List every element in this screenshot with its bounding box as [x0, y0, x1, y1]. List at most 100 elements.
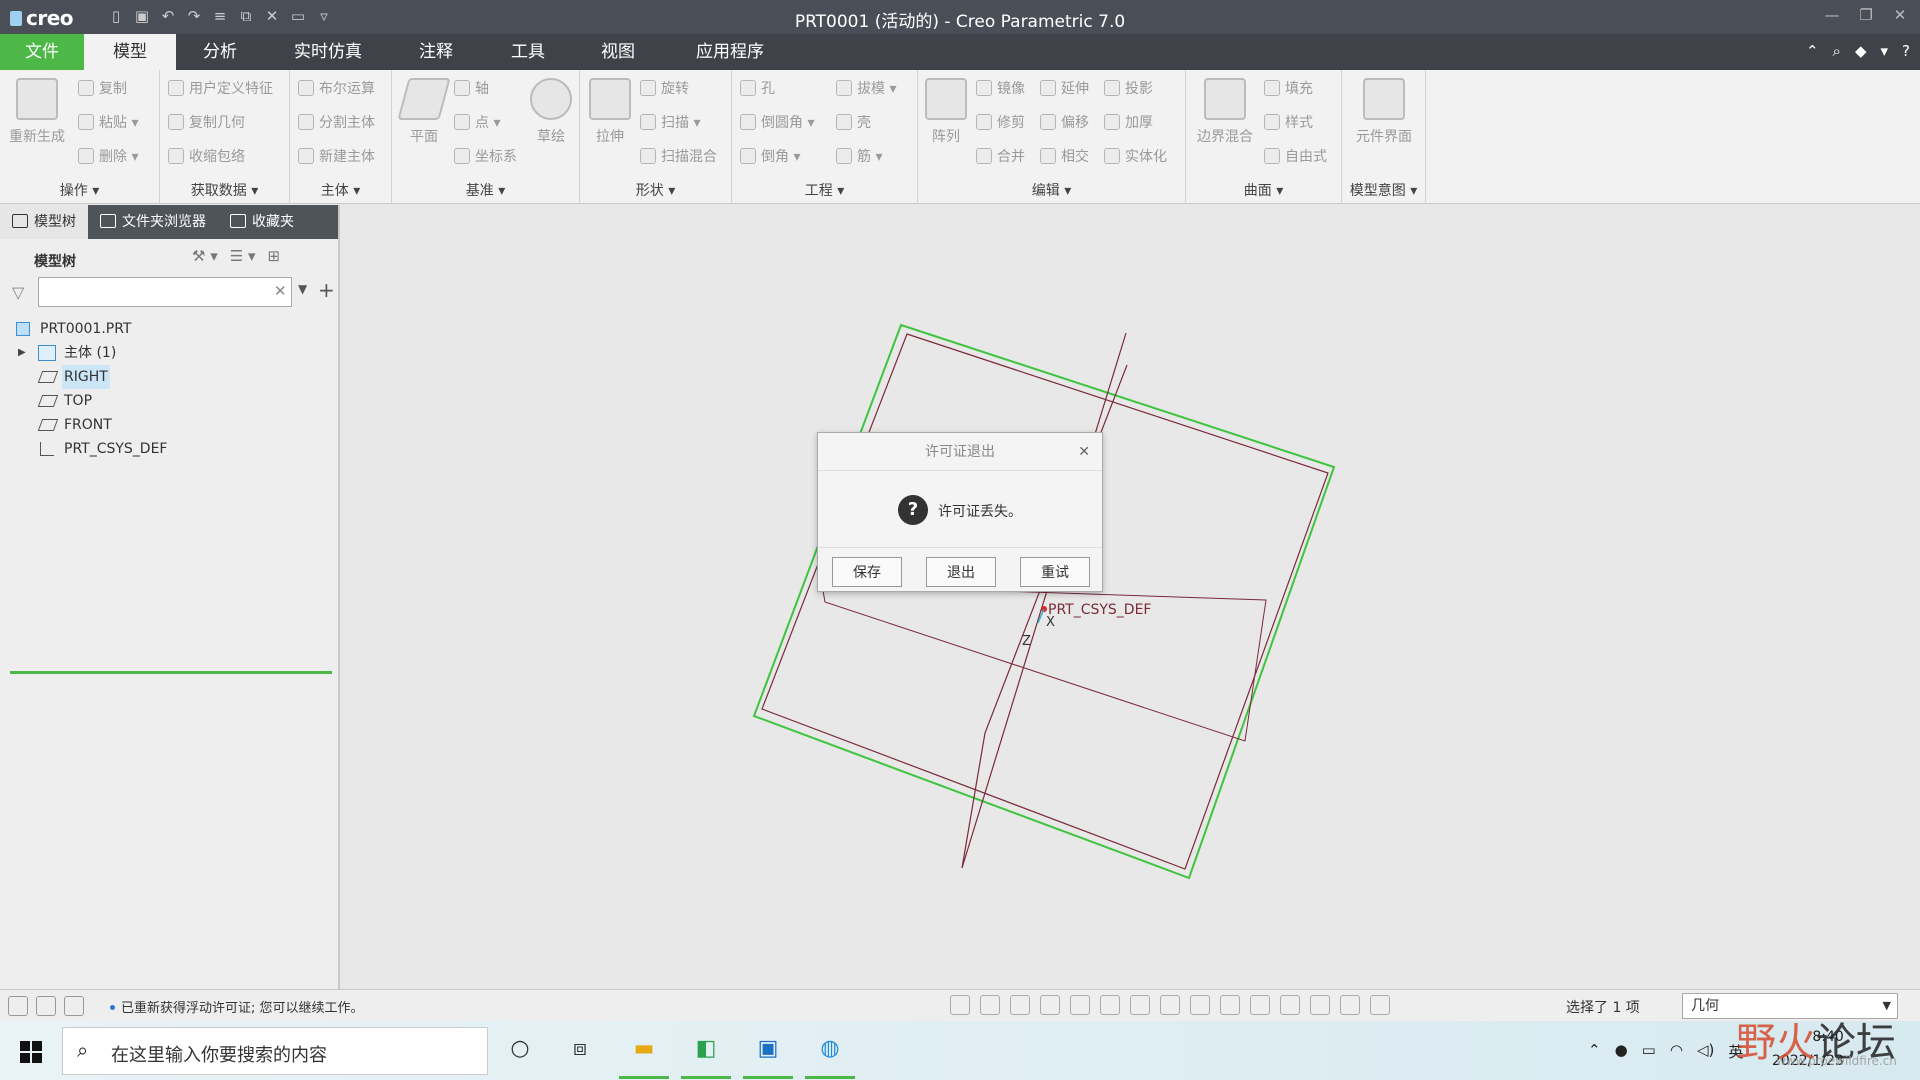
help-icon[interactable]: ?: [1902, 42, 1910, 60]
tray-expand-icon[interactable]: ⌃: [1588, 1041, 1601, 1062]
restore-icon[interactable]: ❐: [1856, 6, 1876, 24]
tree-node-front[interactable]: FRONT: [12, 413, 332, 437]
tab-applications[interactable]: 应用程序: [680, 34, 780, 70]
thicken-button[interactable]: 加厚: [1104, 112, 1153, 132]
taskbar-search-box[interactable]: ⌕ 在这里输入你要搜索的内容: [62, 1027, 488, 1075]
boundary-blend-button[interactable]: 边界混合: [1190, 78, 1260, 146]
tree-filter-toggle-icon[interactable]: ⊞: [268, 247, 281, 265]
tree-settings-icon[interactable]: ⚒ ▾: [192, 247, 218, 265]
group-label-model-intent[interactable]: 模型意图 ▾: [1342, 180, 1425, 200]
delete-button[interactable]: 删除 ▾: [78, 146, 138, 166]
tab-file[interactable]: 文件: [0, 34, 84, 70]
battery-icon[interactable]: ▭: [1642, 1041, 1656, 1062]
tab-model-tree[interactable]: 模型树: [0, 205, 88, 239]
shrinkwrap-button[interactable]: 收缩包络: [168, 146, 245, 166]
qq-icon[interactable]: ●: [1615, 1041, 1628, 1062]
tab-folder-browser[interactable]: 文件夹浏览器: [88, 205, 218, 239]
tree-search-input[interactable]: [38, 277, 292, 307]
round-button[interactable]: 倒圆角 ▾: [740, 112, 814, 132]
trim-button[interactable]: 修剪: [976, 112, 1025, 132]
udf-button[interactable]: 用户定义特征: [168, 78, 273, 98]
file-explorer-icon[interactable]: ▬: [628, 1033, 660, 1065]
sketch-button[interactable]: 草绘: [528, 78, 574, 146]
display-style-icon[interactable]: [1130, 995, 1150, 1015]
offset-button[interactable]: 偏移: [1040, 112, 1089, 132]
save-button[interactable]: 保存: [832, 557, 902, 587]
add-icon[interactable]: +: [318, 278, 335, 302]
annotation-display-icon[interactable]: [1250, 995, 1270, 1015]
section-icon[interactable]: [1160, 995, 1180, 1015]
tab-view[interactable]: 视图: [582, 34, 654, 70]
component-interface-button[interactable]: 元件界面: [1346, 78, 1422, 146]
group-label-body[interactable]: 主体 ▾: [290, 180, 391, 200]
graphics-window[interactable]: PRT_CSYS_DEF X Z: [342, 205, 1920, 989]
project-button[interactable]: 投影: [1104, 78, 1153, 98]
fullscreen-icon[interactable]: [64, 996, 84, 1016]
point-button[interactable]: 点 ▾: [454, 112, 500, 132]
learning-icon[interactable]: ◆: [1855, 42, 1867, 60]
revolve-button[interactable]: 旋转: [640, 78, 689, 98]
group-label-engineering[interactable]: 工程 ▾: [732, 180, 917, 200]
pattern-button[interactable]: 阵列: [924, 78, 968, 146]
tree-node-right[interactable]: RIGHT: [12, 365, 332, 389]
freestyle-button[interactable]: 自由式: [1264, 146, 1327, 166]
intersect-button[interactable]: 相交: [1040, 146, 1089, 166]
tab-analysis[interactable]: 分析: [184, 34, 256, 70]
close-icon[interactable]: ✕: [1078, 433, 1090, 471]
tree-node-part[interactable]: PRT0001.PRT: [12, 317, 332, 341]
zoom-in-icon[interactable]: [980, 995, 1000, 1015]
exit-button[interactable]: 退出: [926, 557, 996, 587]
regenerate-button[interactable]: 重新生成: [6, 78, 68, 146]
split-body-button[interactable]: 分割主体: [298, 112, 375, 132]
spin-center-icon[interactable]: [1280, 995, 1300, 1015]
tab-simulation[interactable]: 实时仿真: [280, 34, 376, 70]
chevron-down-icon[interactable]: ▼: [298, 282, 307, 296]
swept-blend-button[interactable]: 扫描混合: [640, 146, 717, 166]
sweep-button[interactable]: 扫描 ▾: [640, 112, 700, 132]
copy-geometry-button[interactable]: 复制几何: [168, 112, 245, 132]
minimize-icon[interactable]: —: [1822, 6, 1842, 24]
tab-tools[interactable]: 工具: [492, 34, 564, 70]
axis-button[interactable]: 轴: [454, 78, 489, 98]
store-icon[interactable]: ◧: [690, 1033, 722, 1065]
saved-views-icon[interactable]: [1100, 995, 1120, 1015]
tab-annotate[interactable]: 注释: [400, 34, 472, 70]
chevron-down-icon[interactable]: ▾: [1881, 42, 1889, 60]
expand-icon[interactable]: ▶: [18, 341, 26, 365]
draft-button[interactable]: 拔模 ▾: [836, 78, 896, 98]
group-label-get-data[interactable]: 获取数据 ▾: [160, 180, 289, 200]
extrude-button[interactable]: 拉伸: [586, 78, 634, 146]
pause-icon[interactable]: [1310, 995, 1330, 1015]
rib-button[interactable]: 筋 ▾: [836, 146, 882, 166]
hole-button[interactable]: 孔: [740, 78, 775, 98]
refit-icon[interactable]: [950, 995, 970, 1015]
orient-icon[interactable]: [1070, 995, 1090, 1015]
group-label-operations[interactable]: 操作 ▾: [0, 180, 159, 200]
plane-button[interactable]: 平面: [397, 78, 451, 146]
merge-button[interactable]: 合并: [976, 146, 1025, 166]
tab-model[interactable]: 模型: [84, 34, 176, 70]
zoom-out-icon[interactable]: [1010, 995, 1030, 1015]
creo-taskbar-icon[interactable]: ▣: [752, 1033, 784, 1065]
paste-button[interactable]: 粘贴 ▾: [78, 112, 138, 132]
group-label-editing[interactable]: 编辑 ▾: [918, 180, 1185, 200]
wifi-icon[interactable]: ◠: [1670, 1041, 1683, 1062]
group-label-datum[interactable]: 基准 ▾: [392, 180, 579, 200]
cortana-icon[interactable]: ○: [504, 1033, 536, 1065]
group-label-shapes[interactable]: 形状 ▾: [580, 180, 731, 200]
volume-icon[interactable]: ◁): [1697, 1041, 1714, 1062]
datum-display-icon[interactable]: [1220, 995, 1240, 1015]
clear-icon[interactable]: ✕: [274, 282, 287, 300]
regen-status-icon[interactable]: [1340, 995, 1360, 1015]
edge-browser-icon[interactable]: ◍: [814, 1033, 846, 1065]
find-icon[interactable]: [1370, 995, 1390, 1015]
chamfer-button[interactable]: 倒角 ▾: [740, 146, 800, 166]
tree-node-top[interactable]: TOP: [12, 389, 332, 413]
appearance-icon[interactable]: [1190, 995, 1210, 1015]
fill-button[interactable]: 填充: [1264, 78, 1313, 98]
group-label-surfaces[interactable]: 曲面 ▾: [1186, 180, 1341, 200]
mirror-button[interactable]: 镜像: [976, 78, 1025, 98]
shell-button[interactable]: 壳: [836, 112, 871, 132]
extend-button[interactable]: 延伸: [1040, 78, 1089, 98]
close-icon[interactable]: ✕: [1890, 6, 1910, 24]
